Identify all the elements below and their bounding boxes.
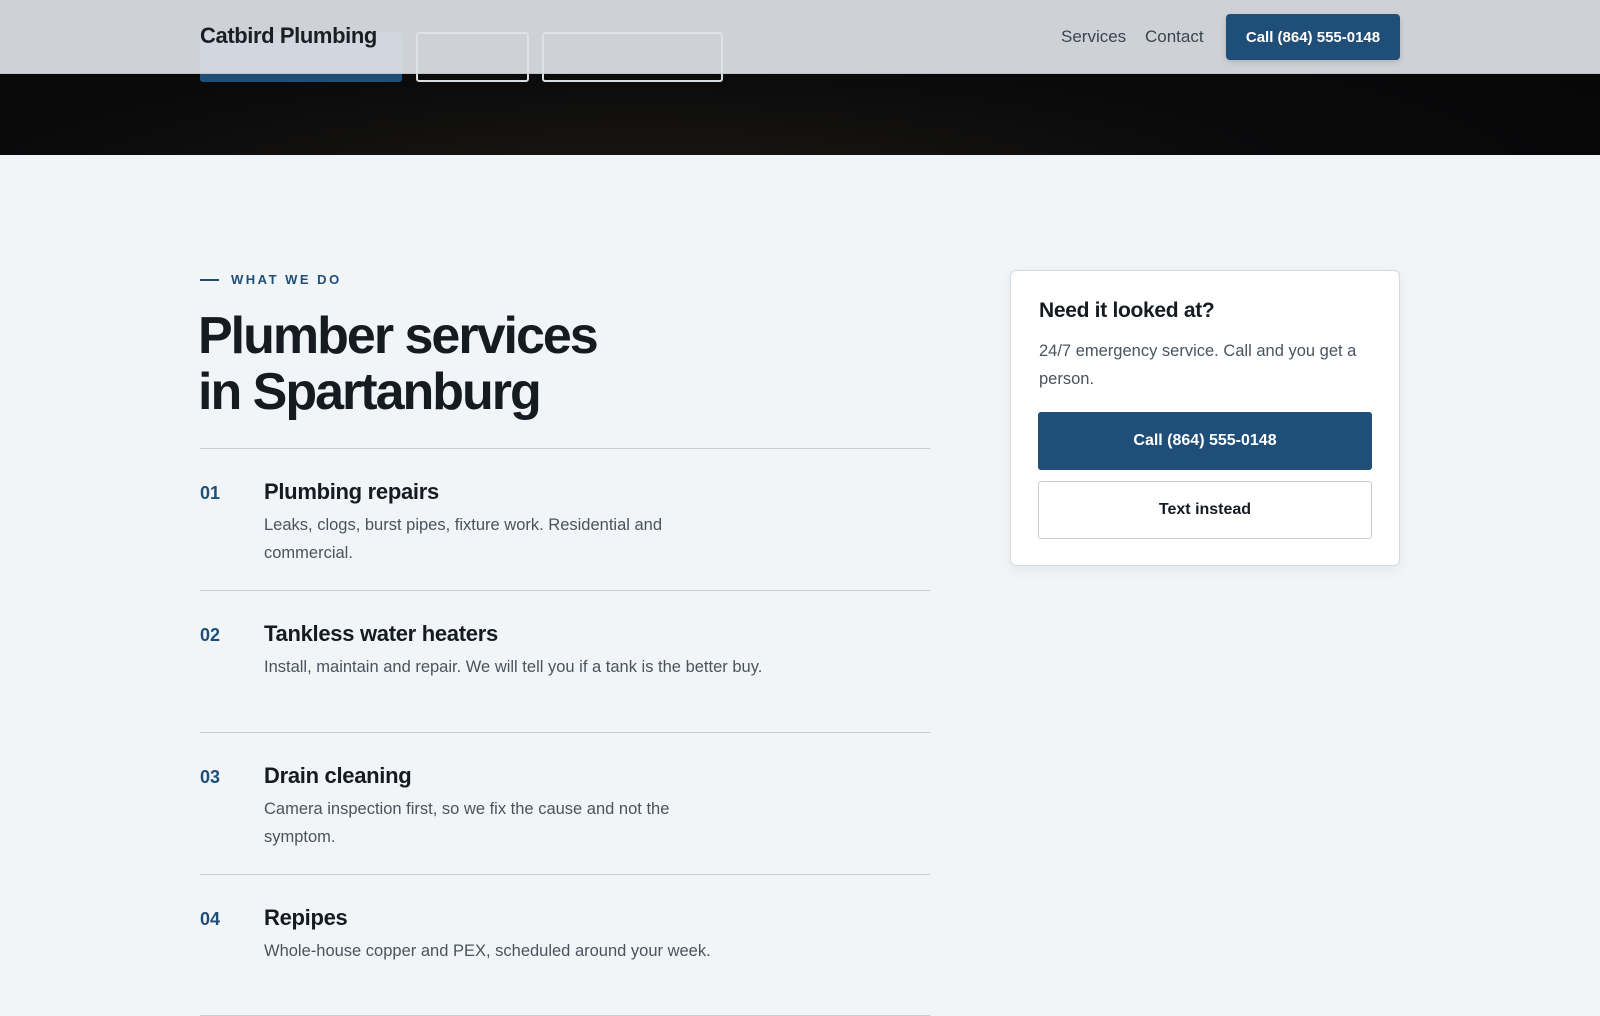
service-description: Whole-house copper and PEX, scheduled ar… [264,942,711,960]
brand-logo[interactable]: Catbird Plumbing [200,23,377,49]
card-text-button[interactable]: Text instead [1038,481,1372,539]
contact-card: Need it looked at? 24/7 emergency servic… [1010,270,1400,566]
site-header: Catbird Plumbing Services Contact Call (… [0,0,1600,74]
service-number: 04 [200,909,221,929]
service-description: Install, maintain and repair. We will te… [264,658,763,676]
service-description: Leaks, clogs, burst pipes, fixture work.… [264,516,663,562]
service-number: 02 [200,625,221,645]
service-number: 03 [200,767,221,787]
eyebrow-dash [200,278,219,281]
service-title: Plumbing repairs [264,479,439,504]
eyebrow-label: WHAT WE DO [231,272,342,287]
service-item-repipes: 04 Repipes Whole-house copper and PEX, s… [200,874,930,1016]
service-number: 01 [200,483,221,503]
service-title: Repipes [264,905,348,930]
nav-link-services[interactable]: Services [1061,27,1126,47]
card-title: Need it looked at? [1039,299,1215,322]
section-eyebrow: WHAT WE DO [200,272,342,287]
nav-link-contact[interactable]: Contact [1145,27,1204,47]
service-item-tankless-water-heaters: 02 Tankless water heaters Install, maint… [200,590,930,732]
card-description: 24/7 emergency service. Call and you get… [1039,342,1357,388]
service-item-plumbing-repairs: 01 Plumbing repairs Leaks, clogs, burst … [200,448,930,590]
service-title: Tankless water heaters [264,621,498,646]
service-list: 01 Plumbing repairs Leaks, clogs, burst … [200,448,930,1016]
section-title-line-1: Plumber services [198,307,599,365]
section-title: Plumber services in Spartanburg [198,308,838,420]
section-title-line-2: in Spartanburg [198,363,542,421]
card-call-button[interactable]: Call (864) 555-0148 [1038,412,1372,470]
header-call-button[interactable]: Call (864) 555-0148 [1226,14,1400,60]
service-title: Drain cleaning [264,763,412,788]
service-item-drain-cleaning: 03 Drain cleaning Camera inspection firs… [200,732,930,874]
service-description: Camera inspection first, so we fix the c… [264,800,670,846]
